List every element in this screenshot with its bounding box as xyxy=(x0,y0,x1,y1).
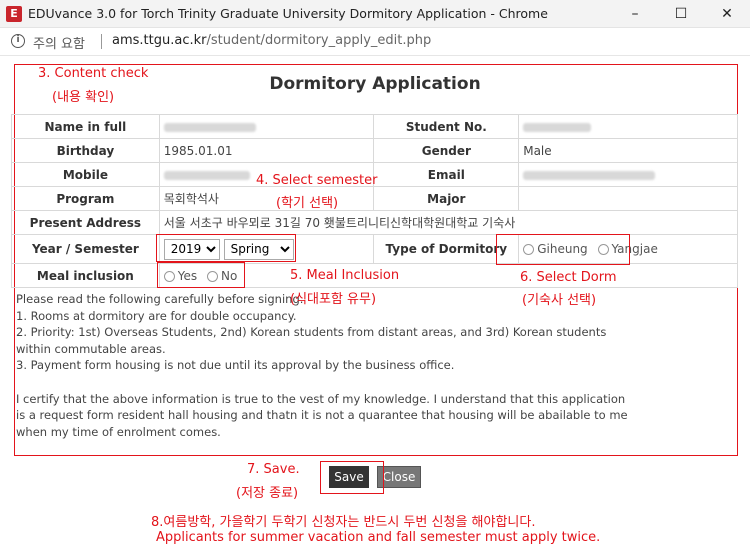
major-label: Major xyxy=(373,186,520,211)
annotation-note-en: Applicants for summer vacation and fall … xyxy=(156,530,601,545)
annotation-save-ko: (저장 종료) xyxy=(236,486,299,501)
notice-line xyxy=(16,374,616,391)
name-label: Name in full xyxy=(11,114,160,139)
url-text[interactable]: ams.ttgu.ac.kr/student/dormitory_apply_e… xyxy=(112,33,431,48)
meal-options: Yes No xyxy=(158,263,739,288)
address-divider xyxy=(101,34,102,49)
annotation-content-check: 3. Content check xyxy=(38,66,149,81)
address-value: 서울 서초구 바우뫼로 31길 70 횃불트리니티신학대학원대학교 기숙사 xyxy=(158,210,739,235)
notice-line: I certify that the above information is … xyxy=(16,391,626,406)
annotation-dorm-ko: (기숙사 선택) xyxy=(522,293,597,308)
table-row: Birthday 1985.01.01 Gender Male xyxy=(11,138,738,163)
gender-label: Gender xyxy=(373,138,520,163)
major-value xyxy=(518,186,738,211)
name-value xyxy=(158,114,375,139)
mobile-label: Mobile xyxy=(11,162,160,187)
notice-line: within commutable areas. xyxy=(16,341,166,356)
maximize-button[interactable]: ☐ xyxy=(658,0,704,28)
notice-line: when my time of enrolment comes. xyxy=(16,424,221,439)
notice-text: Please read the following carefully befo… xyxy=(16,291,628,440)
birthday-label: Birthday xyxy=(11,138,160,163)
annotation-meal: 5. Meal Inclusion xyxy=(290,268,400,283)
annotation-save: 7. Save. xyxy=(247,462,300,477)
table-row: Name in full Student No. xyxy=(11,114,738,139)
annotation-meal-ko: (식대포함 유무) xyxy=(290,292,377,307)
table-row: Program 목회학석사 Major xyxy=(11,186,738,211)
address-bar[interactable]: i 주의 요함 ams.ttgu.ac.kr/student/dormitory… xyxy=(0,28,750,56)
gender-value: Male xyxy=(518,138,738,163)
notice-line: 3. Payment form housing is not due until… xyxy=(16,358,455,373)
window-titlebar: E EDUvance 3.0 for Torch Trinity Graduat… xyxy=(0,0,750,28)
notice-line: is a request form resident hall housing … xyxy=(16,408,628,423)
url-host: ams.ttgu.ac.kr xyxy=(112,33,207,48)
student-no-label: Student No. xyxy=(373,114,520,139)
email-label: Email xyxy=(373,162,520,187)
annotation-dorm: 6. Select Dorm xyxy=(520,270,617,285)
birthday-value: 1985.01.01 xyxy=(158,138,375,163)
meal-highlight xyxy=(157,262,245,288)
close-window-button[interactable]: ✕ xyxy=(704,0,750,28)
minimize-button[interactable]: – xyxy=(612,0,658,28)
security-warning: 주의 요함 xyxy=(33,37,85,52)
app-icon: E xyxy=(6,6,22,22)
dorm-highlight xyxy=(496,234,630,265)
annotation-select-semester-ko: (학기 선택) xyxy=(276,196,339,211)
notice-line: 1. Rooms at dormitory are for double occ… xyxy=(16,308,297,323)
year-semester-label: Year / Semester xyxy=(11,234,160,264)
email-value xyxy=(518,162,738,187)
window-title: EDUvance 3.0 for Torch Trinity Graduate … xyxy=(28,6,548,21)
meal-label: Meal inclusion xyxy=(11,263,160,288)
semester-highlight xyxy=(156,234,296,262)
notice-line: 2. Priority: 1st) Overseas Students, 2nd… xyxy=(16,325,607,340)
annotation-content-check-ko: (내용 확인) xyxy=(52,90,115,105)
save-highlight xyxy=(320,461,384,494)
annotation-select-semester: 4. Select semester xyxy=(256,173,378,188)
url-path: /student/dormitory_apply_edit.php xyxy=(206,33,432,48)
annotation-note-ko: 8.여름방학, 가을학기 두학기 신청자는 반드시 두번 신청을 해야합니다. xyxy=(151,515,536,530)
address-label: Present Address xyxy=(11,210,160,235)
table-row: Present Address 서울 서초구 바우뫼로 31길 70 횃불트리니… xyxy=(11,210,739,235)
program-value: 목회학석사 xyxy=(158,186,375,211)
info-icon[interactable]: i xyxy=(11,34,25,48)
student-no-value xyxy=(518,114,738,139)
program-label: Program xyxy=(11,186,160,211)
